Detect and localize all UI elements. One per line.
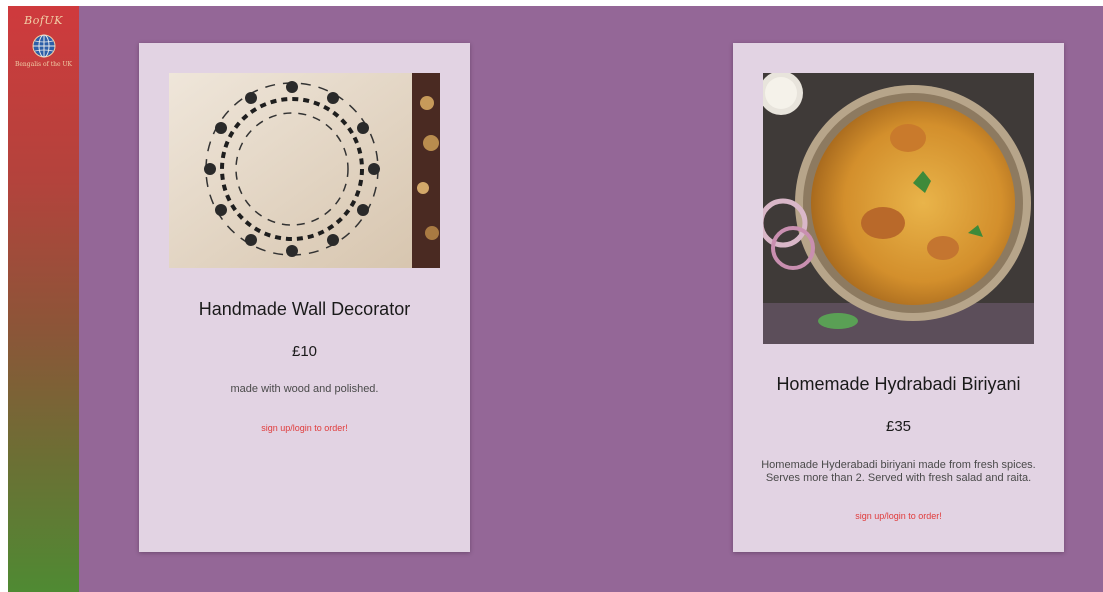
logo-text: BofUK [24,14,63,27]
product-title: Handmade Wall Decorator [198,299,411,319]
signup-login-link[interactable]: sign up/login to order! [139,423,470,433]
sidebar: BofUK Bengalis of the UK [8,6,79,592]
product-card: Handmade Wall Decorator £10 made with wo… [139,43,470,552]
product-area: Handmade Wall Decorator £10 made with wo… [79,6,1103,592]
product-title: Homemade Hydrabadi Biriyani [776,374,1021,394]
globe-icon [32,34,56,58]
logo-subtitle: Bengalis of the UK [14,61,73,68]
wall-decor-image [169,73,440,268]
product-price: £10 [291,343,318,360]
product-description: made with wood and polished. [230,383,379,395]
biriyani-image [763,73,1034,344]
product-card: Homemade Hydrabadi Biriyani £35 Homemade… [733,43,1064,552]
product-price: £35 [885,418,912,435]
product-description: Homemade Hyderabadi biriyani made from f… [761,459,1036,484]
signup-login-link[interactable]: sign up/login to order! [733,511,1064,521]
